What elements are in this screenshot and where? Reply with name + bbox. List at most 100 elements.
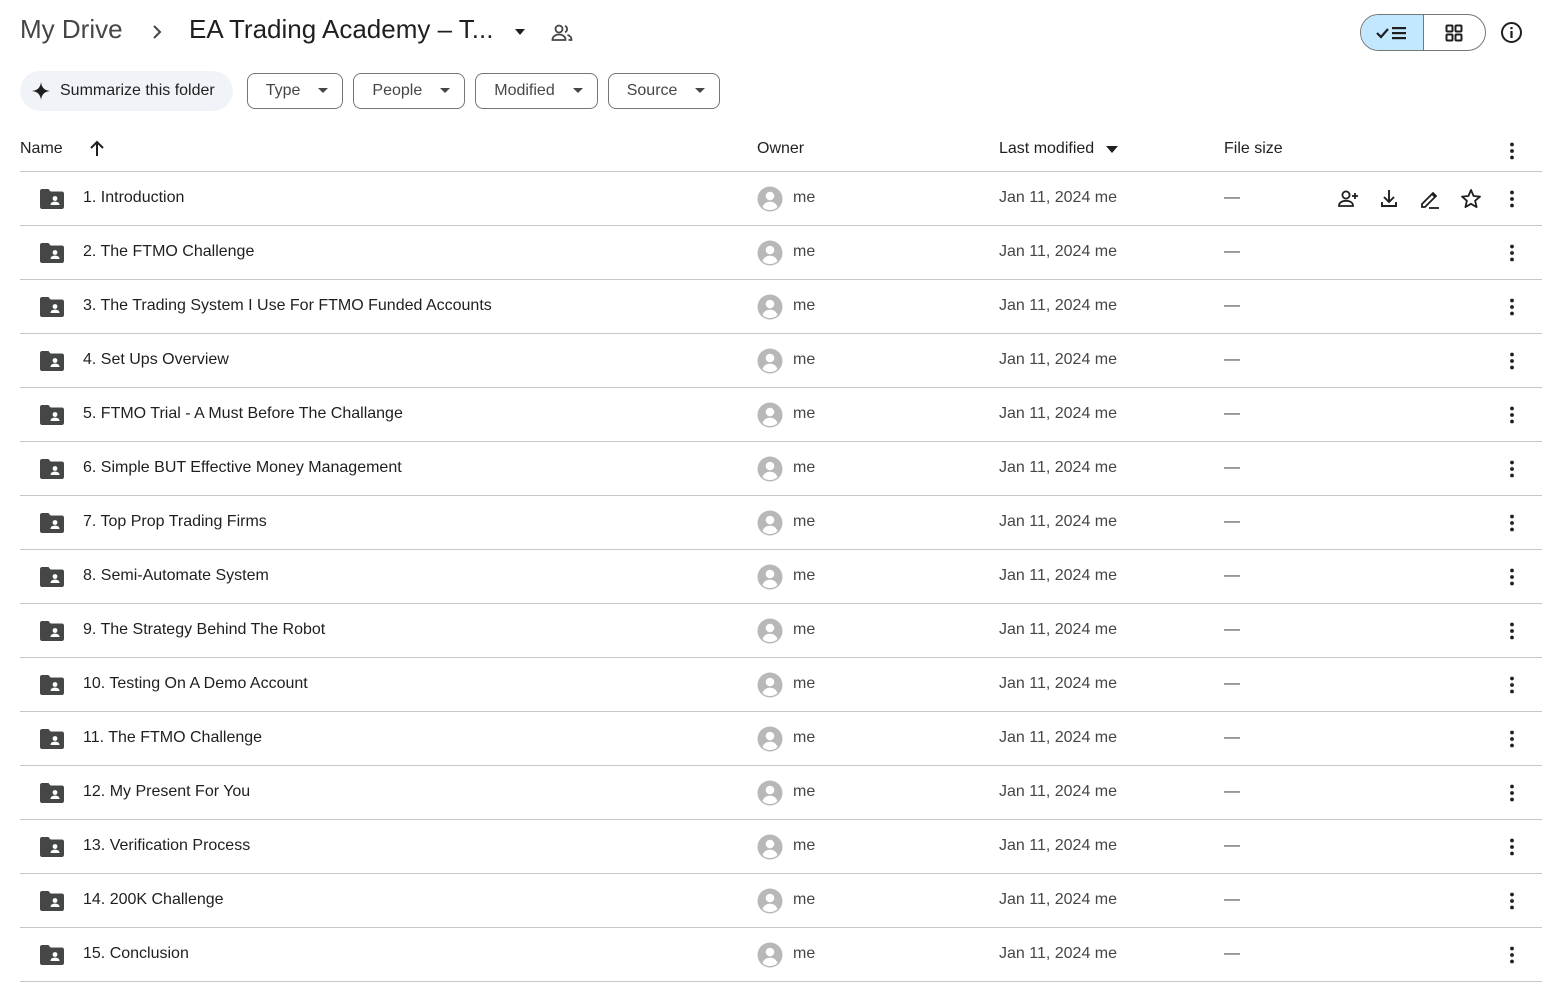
summarize-folder-button[interactable]: Summarize this folder: [20, 71, 233, 111]
last-modified: Jan 11, 2024 me: [999, 837, 1118, 854]
more-vert-icon[interactable]: [1500, 943, 1524, 967]
file-size: —: [1224, 459, 1240, 476]
last-modified: Jan 11, 2024 me: [999, 459, 1118, 476]
table-row[interactable]: 5. FTMO Trial - A Must Before The Challa…: [20, 388, 1542, 442]
last-modified: Jan 11, 2024 me: [999, 621, 1118, 638]
table-row[interactable]: 9. The Strategy Behind The Robot me Jan …: [20, 604, 1542, 658]
filter-source-label: Source: [626, 82, 678, 99]
filter-source-chip[interactable]: Source: [607, 73, 721, 109]
breadcrumb-my-drive[interactable]: My Drive: [20, 14, 123, 45]
file-size: —: [1224, 945, 1240, 962]
owner-name: me: [793, 297, 816, 314]
filter-type-chip[interactable]: Type: [246, 73, 344, 109]
table-row[interactable]: 4. Set Ups Overview me Jan 11, 2024 me —: [20, 334, 1542, 388]
table-row[interactable]: 10. Testing On A Demo Account me Jan 11,…: [20, 658, 1542, 712]
last-modified: Jan 11, 2024 me: [999, 513, 1118, 530]
file-name: 11. The FTMO Challenge: [83, 729, 263, 746]
table-row[interactable]: 1. Introduction me Jan 11, 2024 me —: [20, 172, 1542, 226]
shared-people-icon: [551, 24, 573, 41]
avatar-icon: [757, 672, 783, 698]
grid-view-button[interactable]: [1424, 15, 1486, 50]
file-name: 13. Verification Process: [83, 837, 251, 854]
table-row[interactable]: 15. Conclusion me Jan 11, 2024 me —: [20, 928, 1542, 982]
file-size: —: [1224, 297, 1240, 314]
download-icon[interactable]: [1377, 187, 1401, 211]
rename-pen-icon[interactable]: [1418, 187, 1442, 211]
more-vert-icon[interactable]: [1500, 295, 1524, 319]
file-name: 2. The FTMO Challenge: [83, 243, 255, 260]
caret-down-icon: [440, 88, 451, 93]
table-row[interactable]: 7. Top Prop Trading Firms me Jan 11, 202…: [20, 496, 1542, 550]
column-last-modified[interactable]: Last modified: [999, 140, 1094, 158]
caret-down-icon: [318, 88, 329, 93]
more-vert-icon[interactable]: [1500, 511, 1524, 535]
filter-people-chip[interactable]: People: [353, 73, 466, 109]
avatar-icon: [757, 510, 783, 536]
more-vert-icon[interactable]: [1500, 781, 1524, 805]
column-file-size[interactable]: File size: [1224, 140, 1283, 158]
file-name: 9. The Strategy Behind The Robot: [83, 621, 326, 638]
shared-folder-icon: [40, 945, 64, 965]
table-row[interactable]: 3. The Trading System I Use For FTMO Fun…: [20, 280, 1542, 334]
sparkle-icon: [32, 82, 50, 100]
table-row[interactable]: 12. My Present For You me Jan 11, 2024 m…: [20, 766, 1542, 820]
list-view-icon: [1375, 26, 1406, 39]
more-vert-icon[interactable]: [1500, 619, 1524, 643]
last-modified: Jan 11, 2024 me: [999, 351, 1118, 368]
chevron-right-icon: [153, 25, 162, 39]
breadcrumb-current-folder[interactable]: EA Trading Academy – T...: [189, 14, 493, 45]
last-modified: Jan 11, 2024 me: [999, 891, 1118, 908]
more-vert-icon[interactable]: [1500, 835, 1524, 859]
more-vert-icon[interactable]: [1500, 457, 1524, 481]
owner-name: me: [793, 567, 816, 584]
caret-down-icon[interactable]: [512, 26, 528, 38]
more-vert-icon[interactable]: [1500, 727, 1524, 751]
last-modified: Jan 11, 2024 me: [999, 297, 1118, 314]
file-list: 1. Introduction me Jan 11, 2024 me — 2. …: [20, 172, 1542, 982]
arrow-up-icon[interactable]: [88, 139, 106, 159]
owner-name: me: [793, 189, 816, 206]
owner-name: me: [793, 729, 816, 746]
owner-name: me: [793, 459, 816, 476]
more-vert-icon[interactable]: [1500, 889, 1524, 913]
table-row[interactable]: 13. Verification Process me Jan 11, 2024…: [20, 820, 1542, 874]
avatar-icon: [757, 726, 783, 752]
column-owner[interactable]: Owner: [757, 140, 804, 158]
last-modified: Jan 11, 2024 me: [999, 189, 1118, 206]
file-name: 15. Conclusion: [83, 945, 189, 962]
table-row[interactable]: 2. The FTMO Challenge me Jan 11, 2024 me…: [20, 226, 1542, 280]
table-row[interactable]: 8. Semi-Automate System me Jan 11, 2024 …: [20, 550, 1542, 604]
file-size: —: [1224, 675, 1240, 692]
caret-down-icon[interactable]: [1106, 146, 1118, 154]
last-modified: Jan 11, 2024 me: [999, 675, 1118, 692]
more-vert-icon[interactable]: [1500, 565, 1524, 589]
file-name: 8. Semi-Automate System: [83, 567, 269, 584]
info-icon[interactable]: [1499, 20, 1524, 45]
owner-name: me: [793, 945, 816, 962]
file-size: —: [1224, 351, 1240, 368]
shared-folder-icon: [40, 891, 64, 911]
add-person-icon[interactable]: [1336, 187, 1360, 211]
file-name: 3. The Trading System I Use For FTMO Fun…: [83, 297, 492, 314]
list-view-button[interactable]: [1361, 15, 1424, 50]
file-name: 4. Set Ups Overview: [83, 351, 229, 368]
table-row[interactable]: 6. Simple BUT Effective Money Management…: [20, 442, 1542, 496]
filter-people-label: People: [372, 82, 423, 99]
more-vert-icon[interactable]: [1500, 139, 1524, 163]
avatar-icon: [757, 888, 783, 914]
file-size: —: [1224, 783, 1240, 800]
shared-folder-icon: [40, 513, 64, 533]
avatar-icon: [757, 564, 783, 590]
star-icon[interactable]: [1459, 187, 1483, 211]
more-vert-icon[interactable]: [1500, 187, 1524, 211]
more-vert-icon[interactable]: [1500, 241, 1524, 265]
filter-modified-chip[interactable]: Modified: [475, 73, 598, 109]
owner-name: me: [793, 513, 816, 530]
more-vert-icon[interactable]: [1500, 349, 1524, 373]
avatar-icon: [757, 780, 783, 806]
table-row[interactable]: 14. 200K Challenge me Jan 11, 2024 me —: [20, 874, 1542, 928]
column-name[interactable]: Name: [20, 140, 63, 158]
more-vert-icon[interactable]: [1500, 403, 1524, 427]
more-vert-icon[interactable]: [1500, 673, 1524, 697]
table-row[interactable]: 11. The FTMO Challenge me Jan 11, 2024 m…: [20, 712, 1542, 766]
